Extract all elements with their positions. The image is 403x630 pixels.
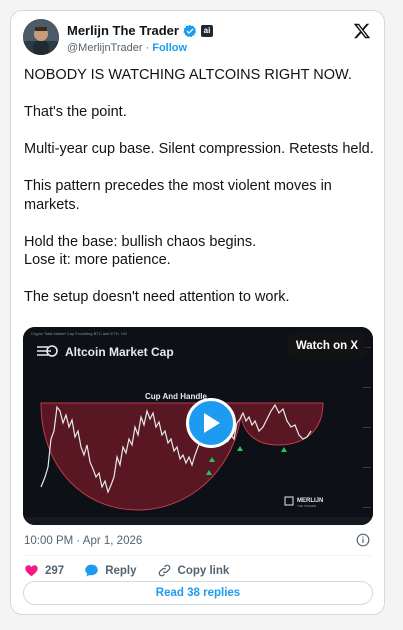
verified-badge-icon: [183, 24, 197, 37]
tweet-card: Merlijn The Trader ai @MerlijnTrader · F…: [10, 10, 385, 615]
heart-icon: [25, 565, 38, 577]
tweet-paragraph: Hold the base: bullish chaos begins. Los…: [24, 233, 257, 269]
tweet-text: NOBODY IS WATCHING ALTCOINS RIGHT NOW. T…: [24, 66, 376, 325]
tweet-paragraph: NOBODY IS WATCHING ALTCOINS RIGHT NOW.: [24, 67, 352, 83]
tweet-paragraph: This pattern precedes the most violent m…: [24, 178, 332, 213]
copy-link-label: Copy link: [177, 564, 230, 577]
tweet-paragraph: The setup doesn't need attention to work…: [24, 289, 290, 305]
separator-dot: ·: [145, 42, 150, 54]
like-count: 297: [45, 564, 65, 577]
chart-header-strip: Crypto Total Market Cap Excluding BTC an…: [31, 331, 127, 336]
video-media[interactable]: Crypto Total Market Cap Excluding BTC an…: [23, 327, 373, 525]
info-icon[interactable]: [356, 533, 370, 547]
play-icon: [204, 413, 220, 433]
chart-title: Altcoin Market Cap: [65, 345, 174, 359]
affiliate-badge-icon: ai: [200, 24, 213, 37]
follow-button[interactable]: Follow: [152, 42, 187, 54]
author-handle[interactable]: @MerlijnTrader: [67, 42, 143, 54]
copy-link-button[interactable]: Copy link: [157, 563, 230, 578]
tweet-paragraph: Multi-year cup base. Silent compression.…: [24, 141, 374, 157]
reply-button[interactable]: Reply: [84, 563, 137, 578]
like-button[interactable]: 297: [24, 563, 64, 578]
read-replies-button[interactable]: Read 38 replies: [23, 581, 373, 605]
play-button[interactable]: [186, 398, 236, 448]
reply-label: Reply: [105, 564, 137, 577]
x-logo-icon[interactable]: [353, 22, 371, 40]
pattern-label: Cup And Handle: [145, 392, 207, 401]
author-name[interactable]: Merlijn The Trader: [67, 23, 179, 38]
divider: [23, 555, 372, 556]
link-icon: [158, 564, 170, 577]
reply-bubble-icon: [85, 564, 98, 577]
watch-on-x-button[interactable]: Watch on X: [286, 333, 367, 359]
action-bar: 297 Reply Copy link: [24, 563, 229, 578]
svg-text:THE TRADER: THE TRADER: [297, 504, 317, 508]
tweet-paragraph: That's the point.: [24, 104, 127, 120]
timestamp[interactable]: 10:00 PM · Apr 1, 2026: [24, 535, 142, 547]
avatar[interactable]: [23, 19, 59, 55]
